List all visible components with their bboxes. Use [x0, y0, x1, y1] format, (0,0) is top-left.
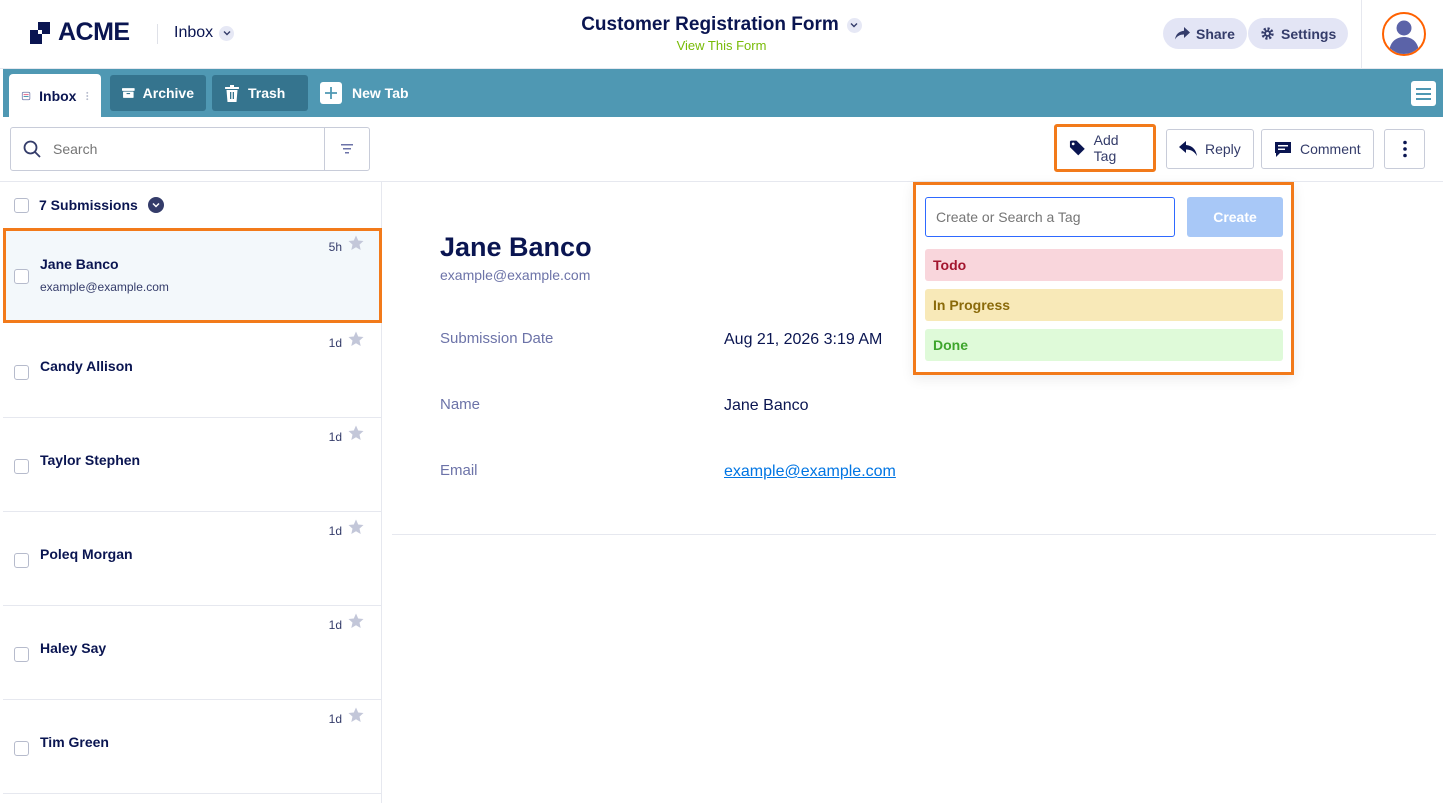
search-icon [23, 140, 41, 158]
submission-count: 7 Submissions [39, 197, 138, 213]
item-age: 1d [328, 336, 342, 350]
plus-icon [320, 82, 342, 104]
new-tab-button[interactable]: New Tab [320, 75, 409, 111]
new-tab-label: New Tab [352, 85, 409, 101]
hamburger-icon [1416, 87, 1431, 100]
detail-name: Jane Banco [440, 232, 592, 262]
list-item[interactable]: 1d Tim Green [3, 700, 382, 794]
reply-label: Reply [1205, 141, 1241, 157]
item-checkbox[interactable] [14, 741, 29, 756]
search-input[interactable] [41, 141, 321, 157]
field-label: Email [440, 462, 478, 479]
share-button[interactable]: Share [1163, 18, 1247, 49]
field-label: Submission Date [440, 330, 554, 347]
item-checkbox[interactable] [14, 365, 29, 380]
inbox-icon [21, 91, 31, 100]
tab-archive[interactable]: Archive [110, 75, 206, 111]
divider [392, 534, 1436, 535]
tag-option-todo[interactable]: Todo [925, 249, 1283, 281]
item-checkbox[interactable] [14, 269, 29, 284]
more-options-button[interactable] [1384, 129, 1425, 169]
filter-button[interactable] [324, 128, 369, 170]
menu-button[interactable] [1411, 81, 1436, 106]
create-tag-button[interactable]: Create [1187, 197, 1283, 237]
star-icon[interactable] [348, 519, 364, 535]
more-vertical-icon [1402, 140, 1407, 158]
chevron-down-icon [846, 17, 862, 33]
trash-icon [225, 84, 239, 102]
star-icon[interactable] [348, 425, 364, 441]
reply-icon [1179, 141, 1197, 156]
item-age: 1d [328, 524, 342, 538]
item-age: 1d [328, 618, 342, 632]
share-icon [1175, 27, 1190, 40]
form-title-text: Customer Registration Form [581, 14, 839, 35]
email-link[interactable]: example@example.com [724, 463, 896, 481]
tab-trash-label: Trash [248, 85, 286, 101]
item-email: example@example.com [40, 280, 169, 294]
list-item[interactable]: 1d Taylor Stephen [3, 418, 382, 512]
top-bar: ACME Inbox Customer Registration Form Vi… [0, 0, 1443, 69]
view-form-link[interactable]: View This Form [677, 38, 767, 53]
tab-inbox-label: Inbox [39, 87, 77, 104]
tag-option-done[interactable]: Done [925, 329, 1283, 361]
tag-search-input[interactable] [925, 197, 1175, 237]
add-tag-popover: Create Todo In Progress Done [913, 182, 1294, 375]
item-age: 1d [328, 430, 342, 444]
item-age: 5h [328, 240, 342, 254]
item-age: 1d [328, 712, 342, 726]
tab-bar: Inbox Archive Trash New Tab [3, 69, 1443, 117]
item-name: Poleq Morgan [40, 546, 133, 562]
field-value: Jane Banco [724, 397, 809, 414]
tag-icon [1069, 140, 1085, 156]
comment-button[interactable]: Comment [1261, 129, 1374, 169]
filter-icon [341, 144, 353, 154]
settings-button[interactable]: Settings [1248, 18, 1349, 49]
search-box [10, 127, 370, 171]
gear-icon [1261, 27, 1274, 40]
item-checkbox[interactable] [14, 459, 29, 474]
item-name: Haley Say [40, 640, 107, 656]
star-icon[interactable] [348, 235, 364, 251]
item-checkbox[interactable] [14, 647, 29, 662]
list-item[interactable]: 1d Poleq Morgan [3, 512, 382, 606]
item-name: Jane Banco [40, 256, 119, 272]
field-value: Aug 21, 2026 3:19 AM [724, 331, 883, 348]
tag-option-in-progress[interactable]: In Progress [925, 289, 1283, 321]
archive-icon [122, 88, 135, 98]
toolbar: Add Tag Reply Comment [0, 117, 1443, 182]
divider [1361, 0, 1362, 69]
star-icon[interactable] [348, 331, 364, 347]
star-icon[interactable] [348, 707, 364, 723]
submissions-header: 7 Submissions [3, 182, 382, 228]
item-checkbox[interactable] [14, 553, 29, 568]
star-icon[interactable] [348, 613, 364, 629]
list-item[interactable]: 1d Candy Allison [3, 324, 382, 418]
comment-icon [1275, 141, 1291, 157]
form-title[interactable]: Customer Registration Form [581, 14, 862, 36]
list-item[interactable]: 1d Haley Say [3, 606, 382, 700]
add-tag-button[interactable]: Add Tag [1054, 124, 1156, 172]
tab-inbox[interactable]: Inbox [9, 74, 101, 117]
tab-trash[interactable]: Trash [212, 75, 308, 111]
tab-archive-label: Archive [142, 85, 194, 101]
drag-handle-icon[interactable] [86, 88, 89, 104]
detail-email: example@example.com [440, 267, 591, 283]
comment-label: Comment [1300, 141, 1361, 157]
submission-list: 7 Submissions 5h Jane Banco example@exam… [3, 182, 382, 803]
list-item[interactable]: 5h Jane Banco example@example.com [3, 228, 382, 323]
share-label: Share [1196, 25, 1235, 42]
item-name: Taylor Stephen [40, 452, 141, 468]
field-label: Name [440, 396, 481, 413]
select-all-checkbox[interactable] [14, 197, 29, 213]
user-icon [1389, 20, 1419, 54]
item-name: Candy Allison [40, 358, 133, 374]
item-name: Tim Green [40, 734, 109, 750]
add-tag-label: Add Tag [1093, 132, 1119, 164]
settings-label: Settings [1281, 25, 1337, 42]
reply-button[interactable]: Reply [1166, 129, 1254, 169]
avatar[interactable] [1382, 12, 1426, 56]
chevron-down-icon[interactable] [147, 197, 164, 213]
